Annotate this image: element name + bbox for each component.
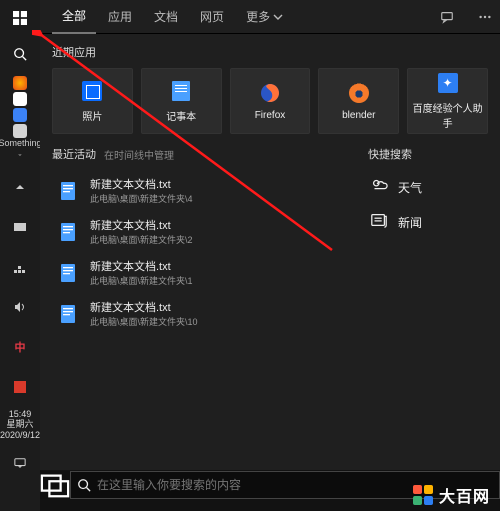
- app-tile-blender[interactable]: blender: [318, 68, 399, 134]
- app-tile-photos[interactable]: 照片: [52, 68, 133, 134]
- recent-item-path: 此电脑\桌面\新建文件夹\4: [90, 192, 193, 205]
- clock-time: 15:49: [0, 409, 40, 420]
- recent-item-path: 此电脑\桌面\新建文件夹\10: [90, 315, 198, 328]
- tab-docs[interactable]: 文档: [144, 0, 188, 34]
- tab-more[interactable]: 更多: [236, 0, 293, 34]
- app-tile-label: blender: [342, 110, 375, 121]
- clock-date: 2020/9/12: [0, 430, 40, 441]
- search-taskbar-button[interactable]: [0, 36, 40, 72]
- recent-item-path: 此电脑\桌面\新建文件夹\1: [90, 274, 193, 287]
- tray-app-icon[interactable]: [0, 209, 40, 245]
- app-tile-label: 百度经验个人助手: [408, 100, 487, 130]
- pinned-firefox-icon[interactable]: [13, 76, 27, 90]
- clock-weekday: 星期六: [0, 419, 40, 430]
- recent-heading: 最近活动: [52, 146, 96, 162]
- recent-column: 最近活动 在时间线中管理 新建文本文档.txt此电脑\桌面\新建文件夹\4新建文…: [52, 146, 344, 334]
- blender-icon: [348, 82, 370, 104]
- tab-web[interactable]: 网页: [190, 0, 234, 34]
- clock[interactable]: 15:49 星期六 2020/9/12: [0, 409, 40, 441]
- text-file-icon: [56, 260, 82, 286]
- recent-item-name: 新建文本文档.txt: [90, 176, 193, 192]
- ime-caret: ˇ: [19, 154, 22, 163]
- weather-icon: [370, 176, 388, 199]
- recent-item[interactable]: 新建文本文档.txt此电脑\桌面\新建文件夹\2: [52, 211, 344, 252]
- news-icon: [370, 211, 388, 234]
- search-icon: [77, 478, 91, 492]
- app-tile-firefox[interactable]: Firefox: [230, 68, 311, 134]
- recent-item-name: 新建文本文档.txt: [90, 217, 193, 233]
- tab-more-label: 更多: [246, 8, 270, 25]
- search-tabs: 全部 应用 文档 网页 更多: [40, 0, 500, 34]
- task-view-button[interactable]: [40, 471, 70, 499]
- ime-app-icon[interactable]: [0, 369, 40, 405]
- app-tile-label: 照片: [82, 108, 102, 123]
- app-tile-label: Firefox: [255, 110, 286, 121]
- network-icon[interactable]: [0, 249, 40, 285]
- watermark: 大百网: [413, 483, 490, 507]
- recent-item[interactable]: 新建文本文档.txt此电脑\桌面\新建文件夹\1: [52, 252, 344, 293]
- recent-item-path: 此电脑\桌面\新建文件夹\2: [90, 233, 193, 246]
- volume-icon[interactable]: [0, 289, 40, 325]
- feedback-button[interactable]: [432, 10, 462, 24]
- top-apps-tiles: 照片 记事本 Firefox blender ✦ 百度经验个人助手: [52, 68, 488, 134]
- chevron-down-icon: [273, 12, 283, 22]
- app-tile-baidu[interactable]: ✦ 百度经验个人助手: [407, 68, 488, 134]
- pinned-app-icon[interactable]: [13, 108, 27, 122]
- text-file-icon: [56, 301, 82, 327]
- notepad-icon: [170, 80, 192, 102]
- tab-apps[interactable]: 应用: [98, 0, 142, 34]
- tray-expand-icon[interactable]: [0, 169, 40, 205]
- ime-label: Something: [0, 139, 42, 148]
- watermark-text: 大百网: [439, 483, 490, 507]
- quick-label: 天气: [398, 179, 422, 196]
- vertical-taskbar: Something ˇ 中 15:49 星期六 2020/9/12: [0, 0, 40, 511]
- watermark-logo-icon: [413, 485, 433, 505]
- quick-label: 新闻: [398, 214, 422, 231]
- photos-icon: [81, 80, 103, 102]
- recent-list: 新建文本文档.txt此电脑\桌面\新建文件夹\4新建文本文档.txt此电脑\桌面…: [52, 170, 344, 334]
- text-file-icon: [56, 219, 82, 245]
- ime-zh-icon[interactable]: 中: [0, 329, 40, 365]
- tab-all[interactable]: 全部: [52, 0, 96, 34]
- text-file-icon: [56, 178, 82, 204]
- search-panel: 全部 应用 文档 网页 更多 近期应用 照片 记事本 Firefox blender ✦…: [40, 0, 500, 470]
- recent-item-name: 新建文本文档.txt: [90, 258, 193, 274]
- app-tile-notepad[interactable]: 记事本: [141, 68, 222, 134]
- recent-item-name: 新建文本文档.txt: [90, 299, 198, 315]
- recent-item[interactable]: 新建文本文档.txt此电脑\桌面\新建文件夹\10: [52, 293, 344, 334]
- quick-search-weather[interactable]: 天气: [368, 170, 488, 205]
- quick-list: 天气新闻: [368, 170, 488, 240]
- pinned-app-icon[interactable]: [13, 124, 27, 138]
- top-apps-heading: 近期应用: [52, 44, 488, 60]
- top-apps-section: 近期应用 照片 记事本 Firefox blender ✦ 百度经验个人助手: [40, 34, 500, 134]
- start-button[interactable]: [0, 0, 40, 36]
- quick-search-news[interactable]: 新闻: [368, 205, 488, 240]
- action-center-icon[interactable]: [0, 445, 40, 481]
- options-button[interactable]: [470, 10, 500, 24]
- timeline-link[interactable]: 在时间线中管理: [104, 147, 174, 162]
- app-tile-label: 记事本: [166, 108, 196, 123]
- baidu-icon: ✦: [437, 72, 459, 94]
- quick-heading: 快捷搜索: [368, 146, 488, 162]
- pinned-app-icon[interactable]: [13, 92, 27, 106]
- recent-item[interactable]: 新建文本文档.txt此电脑\桌面\新建文件夹\4: [52, 170, 344, 211]
- quick-column: 快捷搜索 天气新闻: [368, 146, 488, 334]
- firefox-icon: [259, 82, 281, 104]
